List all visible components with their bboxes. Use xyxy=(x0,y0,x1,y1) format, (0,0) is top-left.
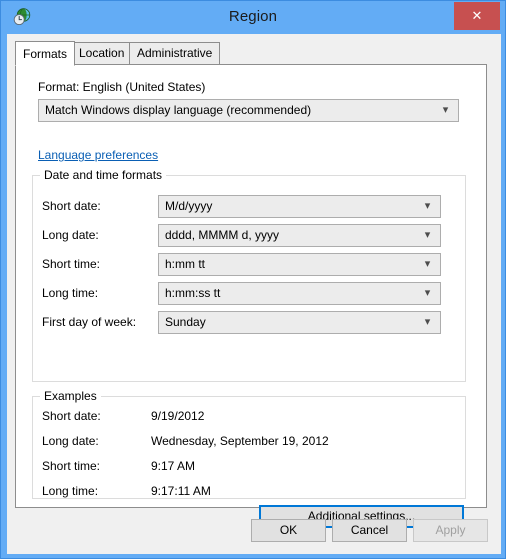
example-long-time-value: 9:17:11 AM xyxy=(151,484,211,498)
example-short-date-value: 9/19/2012 xyxy=(151,409,205,423)
long-date-label: Long date: xyxy=(42,228,99,242)
tab-administrative[interactable]: Administrative xyxy=(129,42,221,65)
date-time-formats-legend: Date and time formats xyxy=(40,168,167,182)
tab-location[interactable]: Location xyxy=(71,42,133,65)
first-day-of-week-combo-value: Sunday xyxy=(165,315,206,329)
apply-button: Apply xyxy=(413,519,488,542)
window-title: Region xyxy=(228,8,278,25)
long-time-label: Long time: xyxy=(42,286,99,300)
formats-tab-panel: Format: English (United States) Match Wi… xyxy=(15,64,487,528)
long-time-combo[interactable]: h:mm:ss tt ▾ xyxy=(158,282,441,305)
dialog-client-area: Formats Location Administrative Format: … xyxy=(7,34,501,554)
region-dialog-window: Region ✕ Formats Location Administrative… xyxy=(0,0,506,559)
short-time-label: Short time: xyxy=(42,257,101,271)
example-long-date-value: Wednesday, September 19, 2012 xyxy=(151,434,329,448)
examples-legend: Examples xyxy=(40,389,101,403)
short-date-label: Short date: xyxy=(42,199,101,213)
chevron-down-icon: ▾ xyxy=(424,287,431,299)
example-short-date-label: Short date: xyxy=(42,409,101,423)
chevron-down-icon: ▾ xyxy=(424,258,431,270)
long-time-combo-value: h:mm:ss tt xyxy=(165,286,221,300)
chevron-down-icon: ▾ xyxy=(424,200,431,212)
format-combo-value: Match Windows display language (recommen… xyxy=(45,103,312,117)
chevron-down-icon: ▾ xyxy=(442,104,449,116)
example-short-time-value: 9:17 AM xyxy=(151,459,196,473)
long-date-combo[interactable]: dddd, MMMM d, yyyy ▾ xyxy=(158,224,441,247)
chevron-down-icon: ▾ xyxy=(424,316,431,328)
title-bar: Region ✕ xyxy=(1,1,505,34)
short-time-combo[interactable]: h:mm tt ▾ xyxy=(158,253,441,276)
format-label: Format: English (United States) xyxy=(38,80,206,94)
language-preferences-link[interactable]: Language preferences xyxy=(38,148,158,162)
long-date-combo-value: dddd, MMMM d, yyyy xyxy=(165,228,280,242)
example-short-time-label: Short time: xyxy=(42,459,101,473)
example-long-time-label: Long time: xyxy=(42,484,99,498)
cancel-button[interactable]: Cancel xyxy=(332,519,407,542)
tab-formats[interactable]: Formats xyxy=(15,41,76,66)
first-day-of-week-label: First day of week: xyxy=(42,315,137,329)
short-time-combo-value: h:mm tt xyxy=(165,257,206,271)
close-icon[interactable]: ✕ xyxy=(454,2,500,30)
chevron-down-icon: ▾ xyxy=(424,229,431,241)
short-date-combo-value: M/d/yyyy xyxy=(165,199,213,213)
first-day-of-week-combo[interactable]: Sunday ▾ xyxy=(158,311,441,334)
ok-button[interactable]: OK xyxy=(251,519,326,542)
example-long-date-label: Long date: xyxy=(42,434,99,448)
short-date-combo[interactable]: M/d/yyyy ▾ xyxy=(158,195,441,218)
format-combo[interactable]: Match Windows display language (recommen… xyxy=(38,99,459,122)
